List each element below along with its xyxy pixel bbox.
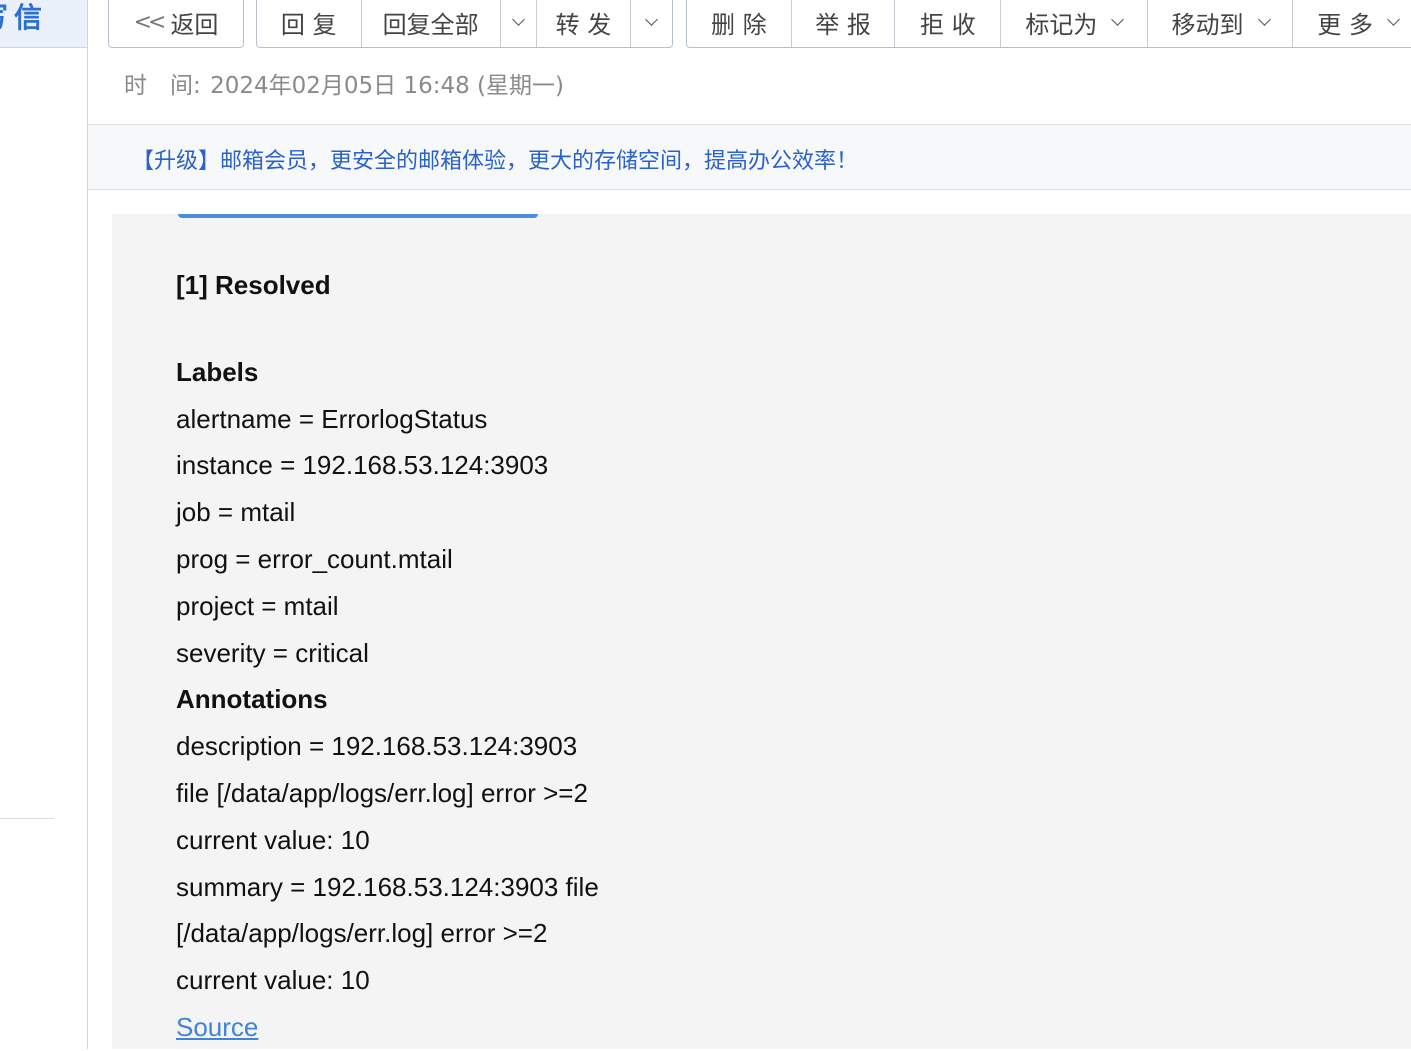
forward-dropdown[interactable] — [631, 0, 672, 47]
header-accent-bar — [178, 214, 538, 218]
reject-button[interactable]: 拒 收 — [895, 0, 1002, 47]
annotation-line: file [/data/app/logs/err.log] error >=2 — [176, 777, 588, 808]
report-label: 举 报 — [815, 10, 871, 39]
actions-group: 删 除 举 报 拒 收 标记为 移动到 更 多 — [686, 0, 1411, 48]
reject-label: 拒 收 — [919, 10, 976, 39]
reply-group: 回 复 回复全部 转 发 — [256, 0, 673, 48]
delete-label: 删 除 — [711, 10, 767, 39]
label-line: alertname = ErrorlogStatus — [176, 403, 488, 434]
mark-as-button[interactable]: 标记为 — [1001, 0, 1148, 47]
sidebar-divider — [0, 818, 54, 819]
annotation-line: current value: 10 — [176, 965, 370, 996]
label-line: prog = error_count.mtail — [176, 543, 453, 574]
reply-all-label: 回复全部 — [382, 10, 479, 39]
delete-button[interactable]: 删 除 — [687, 0, 792, 47]
report-button[interactable]: 举 报 — [792, 0, 896, 47]
back-label: 返回 — [170, 10, 219, 39]
compose-button-label: 写信 — [0, 1, 49, 34]
promo-banner: 【升级】邮箱会员，更安全的邮箱体验，更大的存储空间，提高办公效率！ — [88, 124, 1411, 190]
double-chevron-left-icon: << — [133, 9, 167, 35]
more-label: 更 多 — [1317, 10, 1373, 39]
alert-status-title: [1] Resolved — [176, 270, 331, 300]
chevron-down-icon — [511, 12, 525, 26]
chevron-down-icon — [1387, 12, 1400, 26]
chevron-down-icon — [1257, 12, 1271, 26]
forward-label: 转 发 — [555, 10, 612, 39]
mail-toolbar: << 返回 回 复 回复全部 转 发 删 除 举 报 拒 收 标记为 移动到 更… — [88, 0, 1411, 60]
promo-banner-link[interactable]: 【升级】邮箱会员，更安全的邮箱体验，更大的存储空间，提高办公效率！ — [132, 143, 858, 175]
time-label: 时 间: — [124, 73, 201, 99]
forward-button[interactable]: 转 发 — [537, 0, 632, 47]
annotations-heading: Annotations — [176, 684, 328, 715]
annotation-line: summary = 192.168.53.124:3903 file — [176, 871, 599, 902]
back-group: << 返回 — [108, 0, 244, 48]
reply-all-button[interactable]: 回复全部 — [362, 0, 501, 47]
mark-as-label: 标记为 — [1025, 10, 1098, 39]
chevron-down-icon — [1111, 12, 1125, 26]
more-button[interactable]: 更 多 — [1293, 0, 1411, 47]
label-line: instance = 192.168.53.124:3903 — [176, 450, 549, 481]
label-line: job = mtail — [176, 497, 296, 528]
compose-button[interactable]: 写信 — [0, 0, 87, 48]
annotation-line: current value: 10 — [176, 824, 370, 855]
reply-button[interactable]: 回 复 — [257, 0, 362, 47]
label-line: project = mtail — [176, 590, 339, 621]
reply-all-dropdown[interactable] — [501, 0, 537, 47]
label-line: severity = critical — [176, 637, 369, 668]
annotation-line: description = 192.168.53.124:3903 — [176, 731, 578, 762]
sidebar: 写信 — [0, 0, 88, 1049]
mail-time: 时 间: 2024年02月05日 16:48 (星期一) — [124, 66, 564, 100]
time-value: 2024年02月05日 16:48 (星期一) — [210, 73, 564, 99]
move-to-button[interactable]: 移动到 — [1148, 0, 1294, 47]
chevron-down-icon — [645, 12, 658, 26]
back-button[interactable]: << 返回 — [109, 0, 243, 47]
mail-body: [1] Resolved Labels alertname = Errorlog… — [112, 214, 1411, 1049]
annotation-line: [/data/app/logs/err.log] error >=2 — [176, 918, 548, 949]
reply-label: 回 复 — [280, 10, 337, 39]
labels-heading: Labels — [176, 356, 259, 387]
move-to-label: 移动到 — [1171, 10, 1244, 39]
source-link[interactable]: Source — [176, 1012, 258, 1042]
mail-content: [1] Resolved Labels alertname = Errorlog… — [176, 262, 599, 1051]
